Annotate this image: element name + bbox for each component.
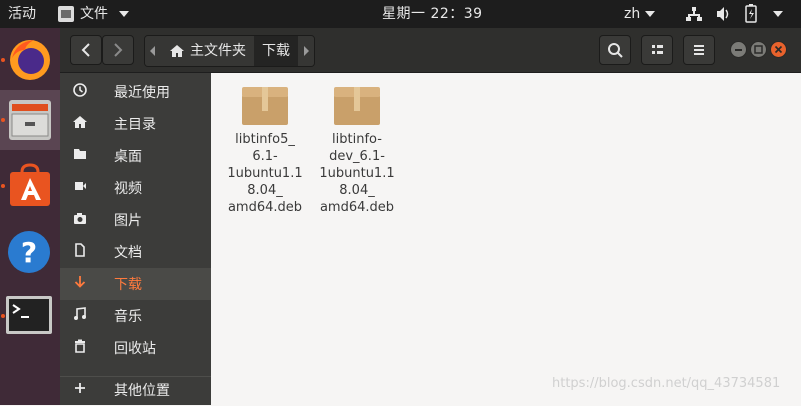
package-icon [242, 85, 288, 125]
activities-button[interactable]: 活动 [8, 0, 36, 28]
document-icon [75, 243, 85, 257]
clock[interactable]: 星期一 22：39 [382, 0, 483, 28]
file-item[interactable]: libtinfo- dev_6.1- 1ubuntu1.1 8.04_ amd6… [311, 85, 403, 216]
sidebar-item-label: 最近使用 [114, 85, 170, 101]
battery-icon[interactable] [744, 0, 758, 28]
breadcrumb-home[interactable]: 主文件夹 [161, 36, 254, 66]
files-icon[interactable] [0, 90, 60, 150]
software-center-icon[interactable] [0, 156, 60, 216]
file-name: libtinfo5_ 6.1- 1ubuntu1.1 8.04_ amd64.d… [227, 132, 303, 215]
folder-icon [74, 149, 86, 159]
grid-view-icon [652, 45, 663, 54]
camera-icon [74, 213, 86, 224]
file-item[interactable]: libtinfo5_ 6.1- 1ubuntu1.1 8.04_ amd64.d… [219, 85, 311, 216]
view-toggle-button[interactable] [641, 35, 673, 65]
app-menu[interactable]: 文件 [58, 0, 129, 28]
sidebar-item-desktop[interactable]: 桌面 [60, 140, 211, 172]
top-bar: 活动 文件 星期一 22：39 zh [0, 0, 801, 28]
volume-icon[interactable] [715, 0, 731, 28]
package-icon [334, 85, 380, 125]
breadcrumb-scroll-right[interactable] [298, 36, 314, 66]
language-label: zh [624, 6, 641, 22]
sidebar-item-home[interactable]: 主目录 [60, 108, 211, 140]
sidebar-item-downloads[interactable]: 下载 [60, 268, 211, 300]
download-icon [74, 276, 86, 288]
breadcrumb-home-label: 主文件夹 [190, 43, 246, 59]
sidebar-item-music[interactable]: 音乐 [60, 300, 211, 332]
sidebar-item-label: 其他位置 [114, 383, 170, 399]
breadcrumb-scroll-left[interactable] [145, 36, 161, 66]
hamburger-menu-icon [694, 45, 704, 55]
firefox-icon[interactable] [0, 30, 60, 90]
header-bar: 主文件夹 下载 [60, 28, 801, 73]
back-button[interactable] [70, 35, 102, 65]
maximize-icon [754, 45, 763, 54]
sidebar-item-label: 主目录 [114, 117, 156, 133]
chevron-left-icon [81, 43, 90, 57]
minimize-button[interactable] [730, 41, 747, 58]
file-manager-window: 主文件夹 下载 最近使用 主目录 桌面 视频 图片 文档 下载 音乐 回收站 其… [60, 28, 801, 405]
sidebar-item-label: 图片 [114, 213, 142, 229]
sidebar-item-videos[interactable]: 视频 [60, 172, 211, 204]
app-menu-label: 文件 [80, 6, 108, 22]
music-icon [74, 307, 86, 320]
plus-icon [75, 383, 85, 393]
sidebar-item-documents[interactable]: 文档 [60, 236, 211, 268]
window-controls [730, 41, 787, 58]
menu-button[interactable] [683, 35, 715, 65]
sidebar-item-label: 桌面 [114, 149, 142, 165]
chevron-left-icon [150, 46, 155, 56]
search-button[interactable] [599, 35, 631, 65]
file-view: libtinfo5_ 6.1- 1ubuntu1.1 8.04_ amd64.d… [211, 73, 801, 405]
chevron-right-icon [114, 43, 123, 57]
home-icon [73, 116, 87, 128]
sidebar-item-trash[interactable]: 回收站 [60, 332, 211, 364]
breadcrumb-downloads-label: 下载 [262, 43, 290, 59]
sidebar-item-label: 视频 [114, 181, 142, 197]
sidebar-item-recent[interactable]: 最近使用 [60, 76, 211, 108]
svg-text:?: ? [21, 236, 37, 269]
network-icon[interactable] [686, 0, 702, 28]
terminal-icon[interactable] [0, 286, 60, 346]
dock: ? [0, 28, 60, 405]
minimize-icon [735, 49, 742, 51]
sidebar: 最近使用 主目录 桌面 视频 图片 文档 下载 音乐 回收站 其他位置 [60, 73, 211, 405]
home-icon [170, 45, 184, 57]
chevron-down-icon [645, 11, 656, 17]
files-app-icon [58, 6, 74, 22]
sidebar-item-pictures[interactable]: 图片 [60, 204, 211, 236]
forward-button[interactable] [102, 35, 134, 65]
clock-icon [73, 83, 87, 97]
breadcrumb-downloads[interactable]: 下载 [254, 36, 298, 66]
language-indicator[interactable]: zh [624, 0, 656, 28]
video-icon [75, 182, 86, 190]
search-icon [608, 43, 623, 58]
chevron-down-icon [773, 11, 783, 17]
sidebar-item-other-locations[interactable]: 其他位置 [60, 374, 211, 406]
file-name: libtinfo- dev_6.1- 1ubuntu1.1 8.04_ amd6… [319, 132, 395, 215]
sidebar-item-label: 文档 [114, 245, 142, 261]
breadcrumb: 主文件夹 下载 [144, 35, 315, 67]
close-button[interactable] [770, 41, 787, 58]
watermark: https://blog.csdn.net/qq_43734581 [552, 376, 781, 391]
close-icon [774, 45, 783, 54]
sidebar-item-label: 回收站 [114, 341, 156, 357]
maximize-button[interactable] [750, 41, 767, 58]
trash-icon [75, 339, 85, 353]
sidebar-item-label: 音乐 [114, 309, 142, 325]
sidebar-item-label: 下载 [114, 277, 142, 293]
chevron-down-icon [119, 11, 129, 17]
chevron-right-icon [304, 46, 309, 56]
help-icon[interactable]: ? [0, 222, 60, 282]
system-menu-button[interactable] [768, 0, 783, 28]
